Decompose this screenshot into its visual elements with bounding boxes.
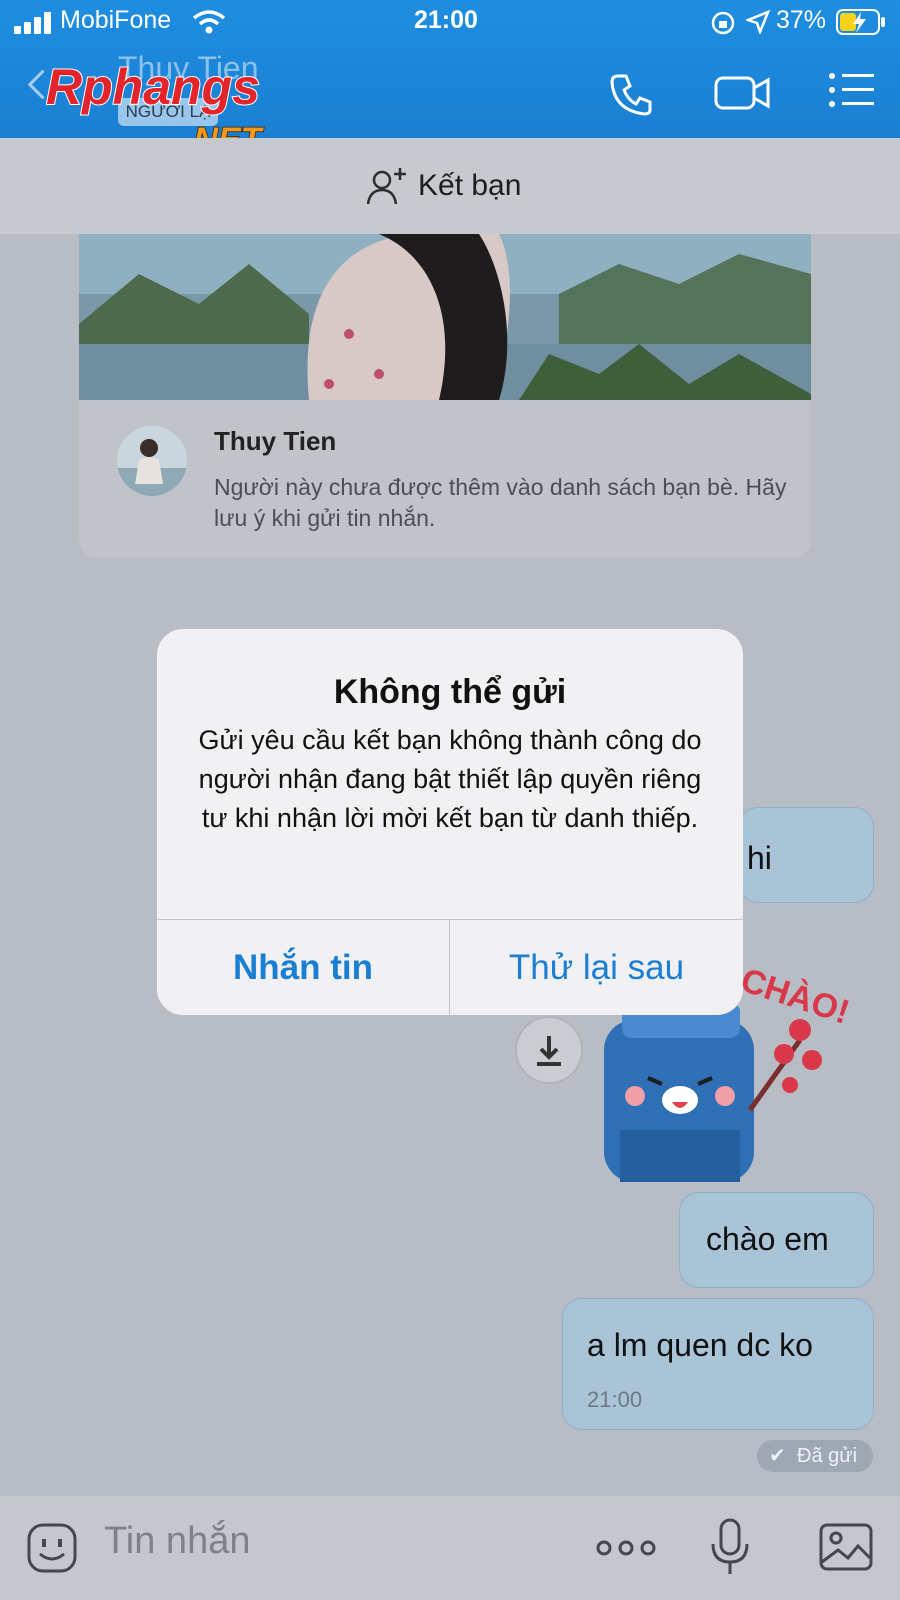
dialog-message: Gửi yêu cầu kết bạn không thành công do … (198, 725, 702, 833)
retry-later-button[interactable]: Thử lại sau (450, 920, 743, 1015)
send-message-button[interactable]: Nhắn tin (157, 920, 449, 1015)
alert-dialog: Không thể gửi Gửi yêu cầu kết bạn không … (157, 629, 743, 1015)
dialog-title: Không thể gửi (333, 673, 567, 711)
